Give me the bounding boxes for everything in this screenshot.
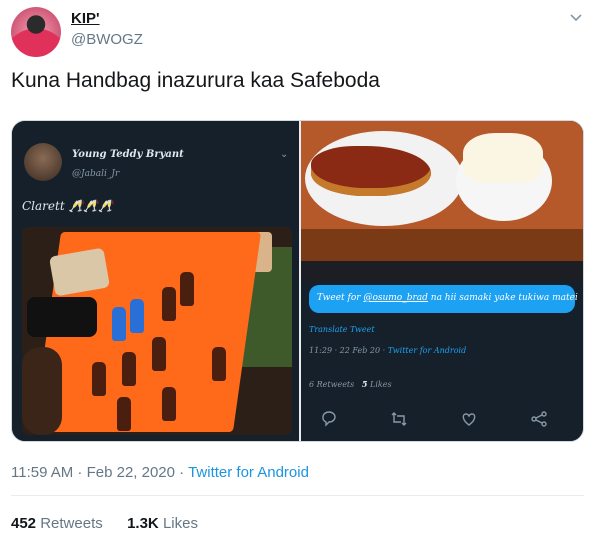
embedded-reply-text: Tweet for @osumo_brad na hii samaki yake… [317,293,578,303]
media-image-left[interactable]: Young Teddy Bryant @Jabali_Jr ⌄ Clarett … [12,121,299,441]
tweet-text: Kuna Handbag inazurura kaa Safeboda [11,69,380,92]
user-handle[interactable]: @BWOGZ [71,31,143,48]
photo-fried-fish [311,146,431,196]
retweet-icon [391,412,407,426]
tweet-media[interactable]: Young Teddy Bryant @Jabali_Jr ⌄ Clarett … [11,120,584,442]
photo-arm [22,347,62,435]
photo-beer-bottle [92,362,106,396]
display-name[interactable]: KIP' [71,10,100,27]
embedded-photo-fish [301,121,583,261]
photo-beer-bottle [180,272,194,306]
embedded-actions [301,409,583,433]
embedded-timestamp: 11:29 · 22 Feb 20 · Twitter for Android [309,346,467,355]
photo-water-bottle [112,307,126,341]
embedded-photo-drinks [22,227,292,435]
divider [11,495,584,496]
photo-ugali [463,133,543,183]
tweet-stats: 452 Retweets 1.3K Likes [11,515,198,532]
tweet-timestamp: 11:59 AM · Feb 22, 2020 · Twitter for An… [11,464,309,481]
reply-icon [322,411,336,427]
retweets-label[interactable]: Retweets [40,515,103,532]
embedded-avatar [24,143,62,181]
chevron-down-icon[interactable] [568,10,584,26]
embedded-chevron-down-icon: ⌄ [280,149,289,160]
photo-beer-bottle [152,337,166,371]
likes-label[interactable]: Likes [163,515,198,532]
photo-bottom-strip [301,261,583,281]
embedded-stats: 6 Retweets 5 Likes [309,379,392,389]
photo-beer-bottle [162,287,176,321]
embedded-tweet-text: Clarett 🥂🥂🥂 [22,199,114,213]
retweets-count[interactable]: 452 [11,515,36,532]
photo-beer-bottle [162,387,176,421]
photo-beer-bottle [117,397,131,431]
photo-beer-bottle [122,352,136,386]
heart-icon [462,413,476,426]
timestamp-text: 11:59 AM · Feb 22, 2020 · [11,464,189,481]
source-link[interactable]: Twitter for Android [188,464,309,481]
embedded-display-name: Young Teddy Bryant [72,149,184,160]
share-icon [531,411,547,427]
embedded-reply-bubble: Tweet for @osumo_brad na hii samaki yake… [309,285,578,313]
photo-beer-bottle [212,347,226,381]
photo-wooden-table [301,229,583,261]
likes-count[interactable]: 1.3K [127,515,159,532]
translate-tweet-link: Translate Tweet [309,325,375,334]
embedded-handle: @Jabali_Jr [72,169,120,179]
photo-water-bottle [130,299,144,333]
photo-handbag [27,297,97,337]
avatar[interactable] [11,7,61,57]
media-image-right[interactable]: Tweet for @osumo_brad na hii samaki yake… [301,121,583,441]
